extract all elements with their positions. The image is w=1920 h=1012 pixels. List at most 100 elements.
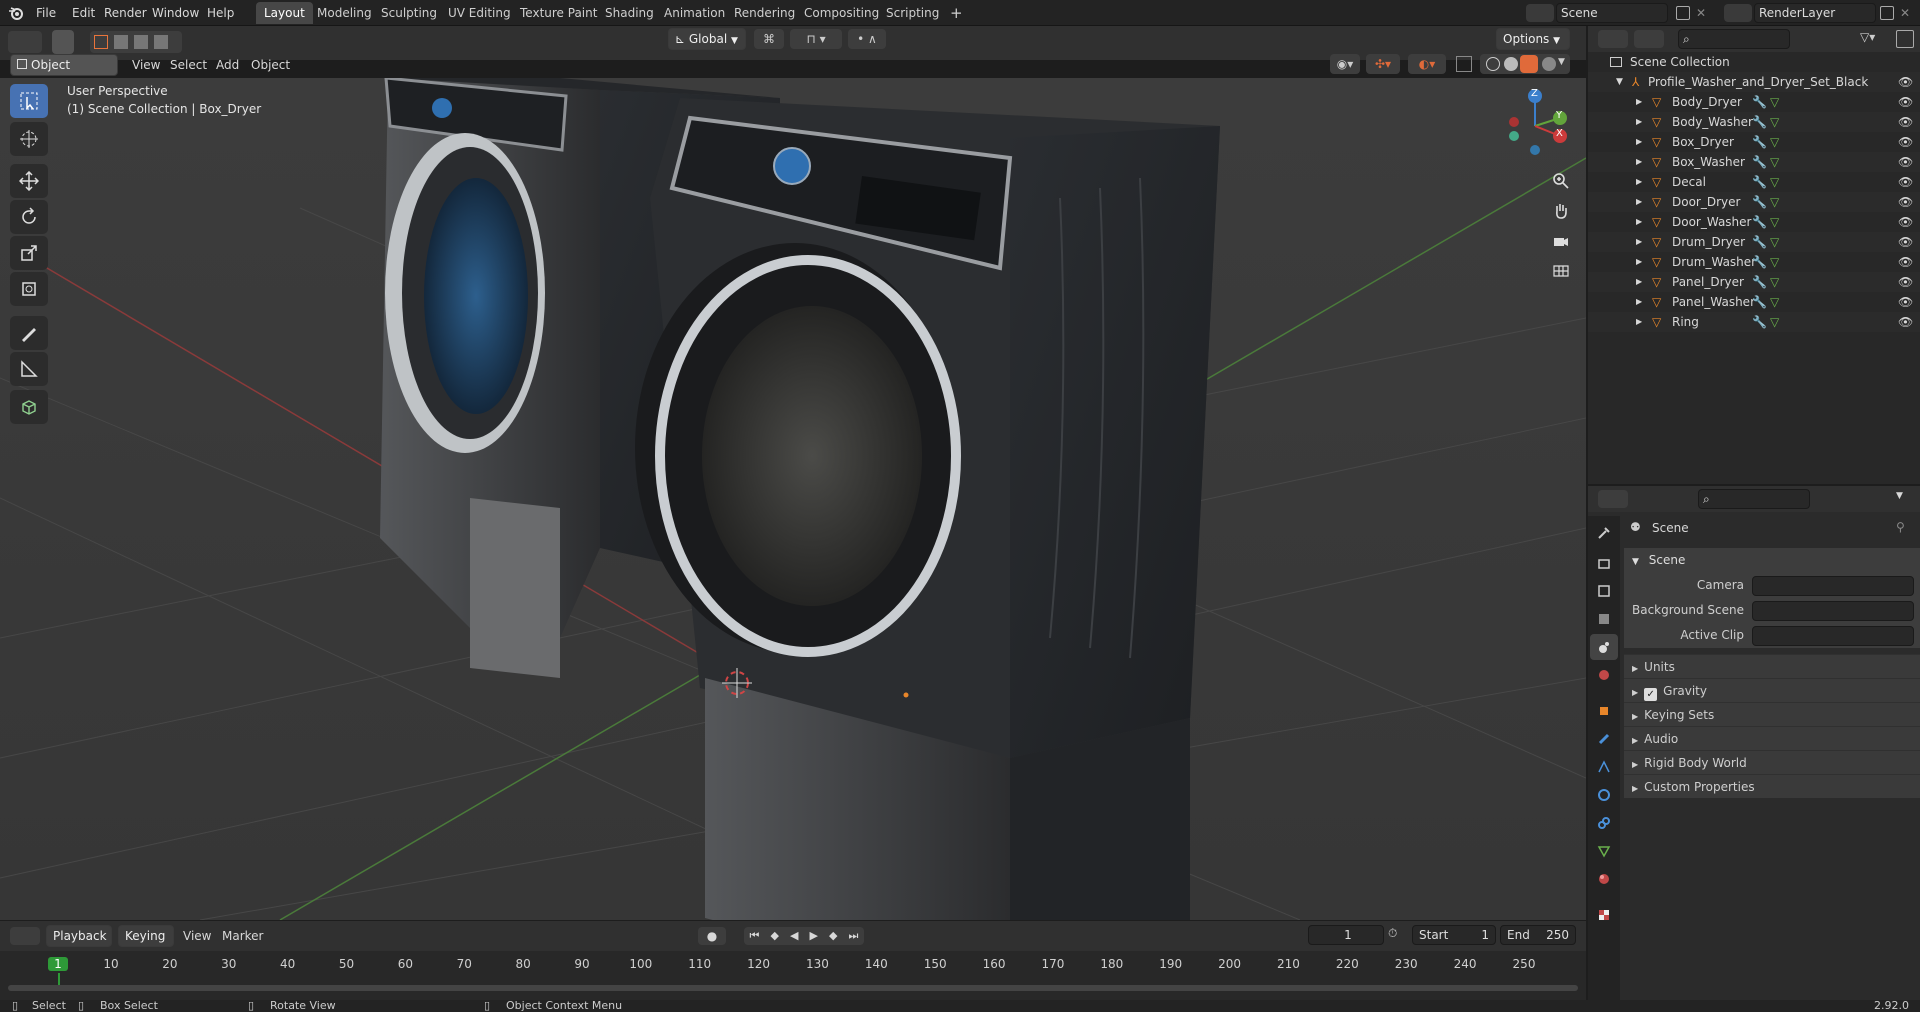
tab-modeling[interactable]: Modeling bbox=[309, 2, 380, 24]
eye-icon[interactable]: 👁 bbox=[1898, 172, 1913, 192]
outliner-search-input[interactable]: ⌕ bbox=[1678, 29, 1790, 49]
physics-tab-icon[interactable] bbox=[1590, 782, 1618, 808]
eye-icon[interactable]: 👁 bbox=[1898, 152, 1913, 172]
mesh-data-icon[interactable]: ▽ bbox=[1770, 312, 1779, 332]
output-tab-icon[interactable] bbox=[1590, 578, 1618, 604]
subpanel-header[interactable]: ▶ Custom Properties bbox=[1624, 774, 1920, 798]
expand-arrow-icon[interactable]: ▶ bbox=[1636, 252, 1642, 272]
chevron-down-icon[interactable]: ▼ bbox=[1896, 491, 1903, 501]
expand-arrow-icon[interactable]: ▶ bbox=[1636, 212, 1642, 232]
mesh-data-icon[interactable]: ▽ bbox=[1770, 252, 1779, 272]
eye-icon[interactable]: 👁 bbox=[1898, 112, 1913, 132]
expand-arrow-icon[interactable]: ▶ bbox=[1636, 292, 1642, 312]
gravity-checkbox[interactable]: ✓ bbox=[1644, 688, 1658, 701]
subpanel-header[interactable]: ▶ Rigid Body World bbox=[1624, 750, 1920, 774]
add-menu[interactable]: Add bbox=[216, 54, 239, 76]
prev-keyframe-icon[interactable]: ◆ bbox=[770, 927, 778, 945]
modifier-wrench-icon[interactable]: 🔧 bbox=[1752, 212, 1767, 232]
material-tab-icon[interactable] bbox=[1590, 866, 1618, 892]
auto-keying-button[interactable]: ● bbox=[698, 927, 726, 945]
camera-field[interactable] bbox=[1752, 576, 1914, 596]
tool-tab-icon[interactable] bbox=[1590, 520, 1618, 546]
expand-arrow-icon[interactable]: ▶ bbox=[1636, 312, 1642, 332]
object-menu[interactable]: Object bbox=[251, 54, 290, 76]
menu-file[interactable]: File bbox=[32, 0, 60, 26]
view-layer-icon[interactable] bbox=[1724, 4, 1752, 22]
expand-arrow-icon[interactable]: ▶ bbox=[1636, 192, 1642, 212]
eye-icon[interactable]: 👁 bbox=[1898, 212, 1913, 232]
expand-arrow-icon[interactable]: ▶ bbox=[1636, 152, 1642, 172]
outliner-object-row[interactable]: ▶ ▽ Drum_Washer 🔧 ▽ 👁 bbox=[1588, 252, 1920, 272]
jump-start-icon[interactable]: ⏮ bbox=[750, 927, 760, 945]
expand-arrow-icon[interactable]: ▶ bbox=[1636, 112, 1642, 132]
eye-icon[interactable]: 👁 bbox=[1898, 132, 1913, 152]
subpanel-header[interactable]: ▶ Keying Sets bbox=[1624, 702, 1920, 726]
outliner-object-row[interactable]: ▶ ▽ Body_Dryer 🔧 ▽ 👁 bbox=[1588, 92, 1920, 112]
outliner-object-row[interactable]: ▶ ▽ Box_Washer 🔧 ▽ 👁 bbox=[1588, 152, 1920, 172]
pan-hand-icon[interactable] bbox=[1546, 196, 1576, 226]
tab-layout[interactable]: Layout bbox=[256, 2, 313, 24]
blender-logo-icon[interactable] bbox=[8, 5, 24, 21]
outliner-scene-collection[interactable]: Scene Collection bbox=[1588, 52, 1920, 72]
modifier-wrench-icon[interactable]: 🔧 bbox=[1752, 252, 1767, 272]
outliner-object-row[interactable]: ▶ ▽ Panel_Washer 🔧 ▽ 👁 bbox=[1588, 292, 1920, 312]
rotate-tool[interactable] bbox=[10, 200, 48, 234]
menu-render[interactable]: Render bbox=[100, 0, 151, 26]
add-workspace-button[interactable]: + bbox=[942, 2, 971, 24]
view-menu[interactable]: View bbox=[132, 54, 160, 76]
expand-arrow-icon[interactable]: ▼ bbox=[1616, 72, 1623, 92]
rendered-shading-icon[interactable] bbox=[1542, 57, 1556, 71]
scene-tab-icon[interactable] bbox=[1590, 634, 1618, 660]
subpanel-header[interactable]: ▶ Audio bbox=[1624, 726, 1920, 750]
play-reverse-icon[interactable]: ◀ bbox=[790, 927, 798, 945]
measure-tool[interactable] bbox=[10, 352, 48, 386]
constraints-tab-icon[interactable] bbox=[1590, 810, 1618, 836]
modifier-wrench-icon[interactable]: 🔧 bbox=[1752, 232, 1767, 252]
preview-range-icon[interactable]: ⏱ bbox=[1388, 926, 1408, 944]
eye-icon[interactable]: 👁 bbox=[1898, 272, 1913, 292]
tab-texture-paint[interactable]: Texture Paint bbox=[512, 2, 605, 24]
visibility-toggle-icon[interactable]: ◉▾ bbox=[1330, 54, 1360, 74]
proportional-edit-icon[interactable]: • ∧ bbox=[848, 29, 886, 49]
modifier-wrench-icon[interactable]: 🔧 bbox=[1752, 92, 1767, 112]
modifier-wrench-icon[interactable]: 🔧 bbox=[1752, 292, 1767, 312]
modifier-wrench-icon[interactable]: 🔧 bbox=[1752, 192, 1767, 212]
eye-icon[interactable]: 👁 bbox=[1898, 292, 1913, 312]
modifier-wrench-icon[interactable]: 🔧 bbox=[1752, 172, 1767, 192]
timeline-editor-icon[interactable] bbox=[10, 927, 40, 945]
marker-menu[interactable]: Marker bbox=[222, 925, 263, 947]
mesh-data-icon[interactable]: ▽ bbox=[1770, 272, 1779, 292]
annotate-tool[interactable] bbox=[10, 316, 48, 350]
outliner-object-row[interactable]: ▶ ▽ Box_Dryer 🔧 ▽ 👁 bbox=[1588, 132, 1920, 152]
eye-icon[interactable]: 👁 bbox=[1898, 192, 1913, 212]
editor-type-button[interactable] bbox=[8, 31, 42, 53]
transform-orientation-selector[interactable]: ⊾ Global ▼ bbox=[668, 28, 746, 50]
tab-sculpting[interactable]: Sculpting bbox=[373, 2, 445, 24]
camera-view-icon[interactable] bbox=[1546, 226, 1576, 256]
mesh-data-icon[interactable]: ▽ bbox=[1770, 92, 1779, 112]
selection-mode-group[interactable] bbox=[90, 31, 182, 53]
select-subtract-icon[interactable] bbox=[134, 35, 148, 49]
expand-arrow-icon[interactable]: ▶ bbox=[1636, 132, 1642, 152]
select-new-icon[interactable] bbox=[94, 35, 108, 49]
scene-selector[interactable]: Scene bbox=[1556, 3, 1668, 23]
display-mode-icon[interactable] bbox=[1598, 30, 1628, 48]
select-menu[interactable]: Select bbox=[170, 54, 207, 76]
add-cube-tool[interactable] bbox=[10, 390, 48, 424]
play-icon[interactable]: ▶ bbox=[810, 927, 818, 945]
select-tool-button[interactable] bbox=[52, 30, 74, 54]
tab-shading[interactable]: Shading bbox=[597, 2, 662, 24]
modifier-wrench-icon[interactable]: 🔧 bbox=[1752, 272, 1767, 292]
chevron-down-icon[interactable]: ▼ bbox=[1558, 57, 1565, 67]
eye-icon[interactable]: 👁 bbox=[1898, 252, 1913, 272]
modifier-wrench-icon[interactable]: 🔧 bbox=[1752, 112, 1767, 132]
delete-view-layer-icon[interactable]: ✕ bbox=[1900, 3, 1914, 23]
expand-arrow-icon[interactable]: ▶ bbox=[1636, 232, 1642, 252]
active-clip-field[interactable] bbox=[1752, 626, 1914, 646]
scene-type-icon[interactable] bbox=[1526, 4, 1554, 22]
menu-help[interactable]: Help bbox=[203, 0, 238, 26]
outliner-object-row[interactable]: ▶ ▽ Decal 🔧 ▽ 👁 bbox=[1588, 172, 1920, 192]
modifier-tab-icon[interactable] bbox=[1590, 726, 1618, 752]
current-frame-field[interactable]: 1 bbox=[1308, 925, 1384, 945]
eye-icon[interactable]: 👁 bbox=[1898, 232, 1913, 252]
